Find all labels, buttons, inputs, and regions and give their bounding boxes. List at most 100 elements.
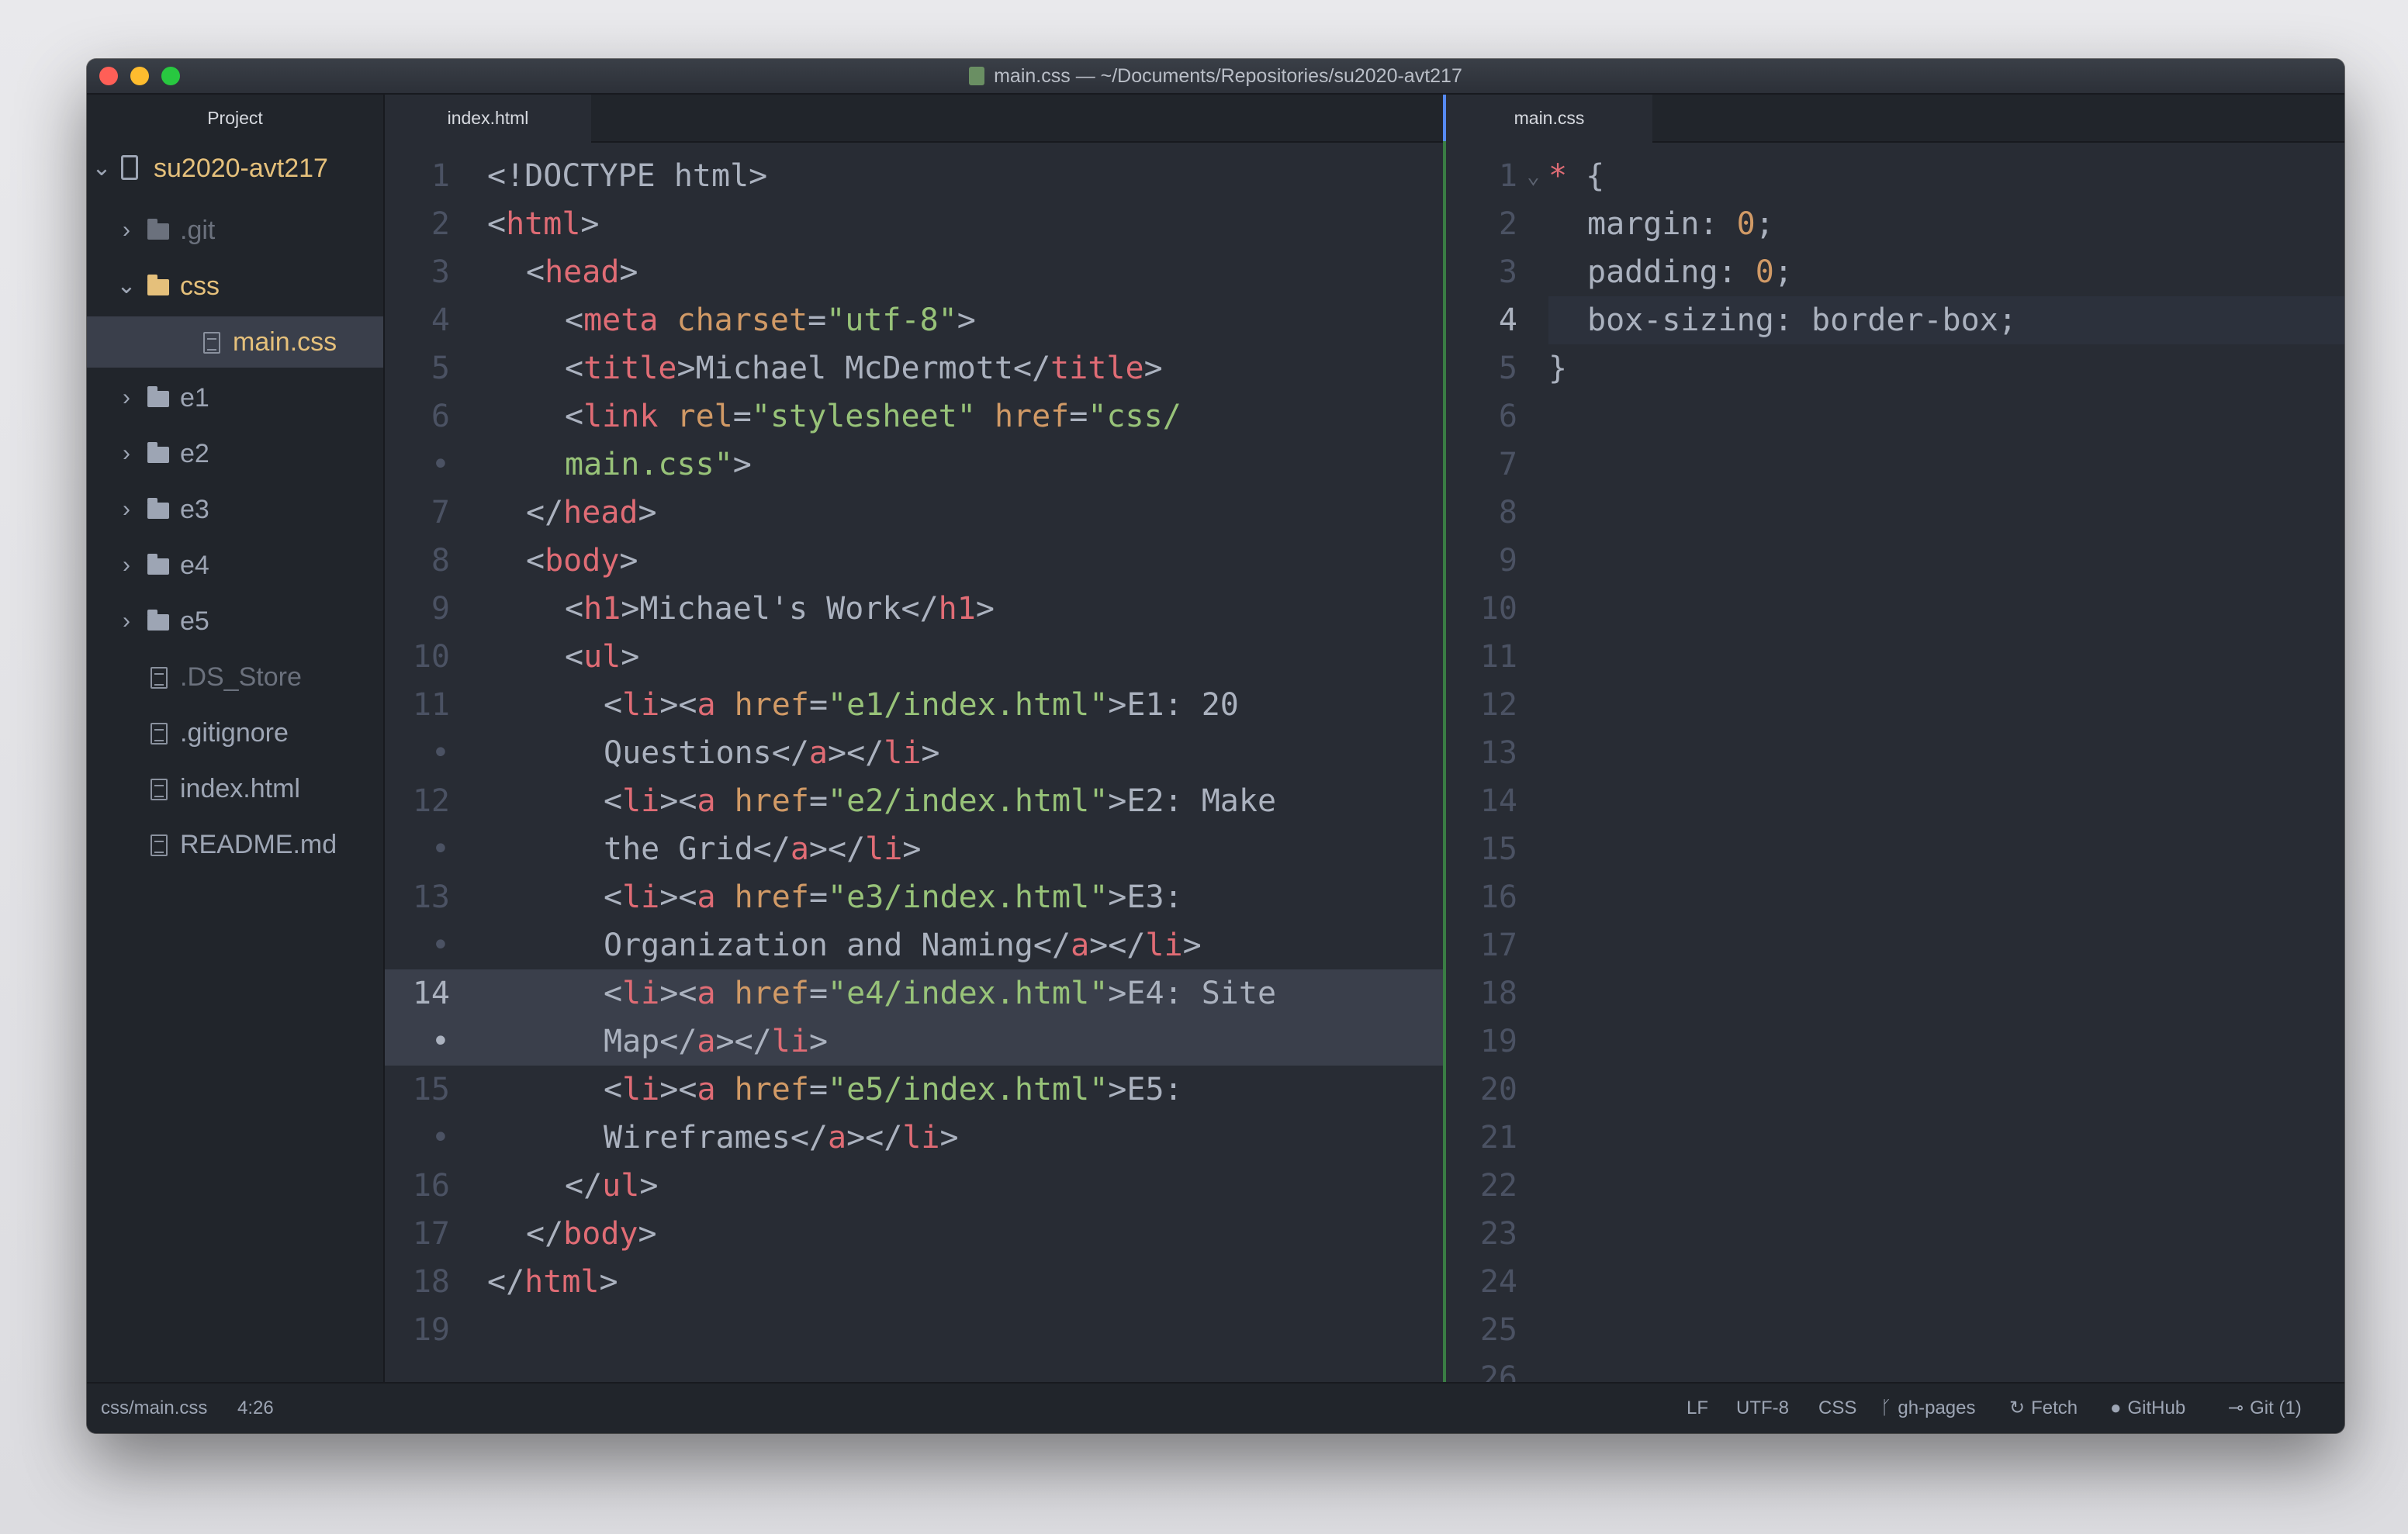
status-cursor-position[interactable]: 4:26 bbox=[237, 1384, 274, 1433]
line-number: 4 bbox=[1498, 302, 1517, 338]
left-code-area[interactable]: 1 <!DOCTYPE html> 2 <html> 3 <head> 4 <meta cha… bbox=[385, 143, 1443, 1382]
code-line[interactable]: 21 bbox=[1446, 1114, 2344, 1162]
code-line[interactable]: 23 bbox=[1446, 1210, 2344, 1258]
status-github[interactable]: ● GitHub bbox=[2110, 1384, 2185, 1433]
chevron-right-icon: › bbox=[123, 385, 130, 410]
code-line[interactable]: • Questions</a></li> bbox=[385, 729, 1443, 777]
code-line[interactable]: 17 </body> bbox=[385, 1210, 1443, 1258]
css-file-icon bbox=[969, 67, 985, 85]
status-fetch[interactable]: ↻ Fetch bbox=[2009, 1384, 2078, 1433]
code-token: a bbox=[697, 1072, 716, 1107]
tree-item-label: e2 bbox=[180, 439, 209, 468]
tree-item-e5[interactable]: › e5 bbox=[87, 596, 383, 647]
code-line[interactable]: 1 ⌄ * { bbox=[1446, 152, 2344, 200]
tree-item-css[interactable]: ⌄ css bbox=[87, 261, 383, 312]
code-line[interactable]: 11 <li><a href="e1/index.html">E1: 20 bbox=[385, 681, 1443, 729]
code-line[interactable]: 13 <li><a href="e3/index.html">E3: bbox=[385, 873, 1443, 921]
code-line[interactable]: 7 bbox=[1446, 441, 2344, 489]
status-branch[interactable]: ᚴ gh-pages bbox=[1880, 1384, 1975, 1433]
code-token: ></ bbox=[715, 1024, 772, 1059]
code-token: 0 bbox=[1736, 206, 1756, 242]
right-code-area[interactable]: 1 ⌄ * {2 margin: 0; 3 padding: 0; 4 box-sizing:… bbox=[1446, 143, 2344, 1382]
tree-item-e4[interactable]: › e4 bbox=[87, 540, 383, 591]
code-text: <!DOCTYPE html> bbox=[487, 152, 767, 200]
code-line[interactable]: 8 bbox=[1446, 489, 2344, 537]
code-line[interactable]: 9 bbox=[1446, 537, 2344, 585]
code-line[interactable]: 2 margin: 0; bbox=[1446, 200, 2344, 248]
code-line[interactable]: 16 bbox=[1446, 873, 2344, 921]
tree-item-main-css[interactable]: main.css bbox=[87, 316, 383, 368]
tree-item-gitignore[interactable]: .gitignore bbox=[87, 707, 383, 758]
left-editor-pane[interactable]: index.html 1 <!DOCTYPE html> 2 <html> 3 <head… bbox=[385, 95, 1443, 1382]
code-line[interactable]: 18 </html> bbox=[385, 1258, 1443, 1306]
code-line[interactable]: 5} bbox=[1446, 344, 2344, 392]
code-line[interactable]: • main.css"> bbox=[385, 441, 1443, 489]
tree-root-su2020-avt217[interactable]: ⌄ su2020-avt217 bbox=[87, 143, 383, 194]
code-line[interactable]: 15 bbox=[1446, 825, 2344, 873]
line-number: 19 bbox=[1479, 1024, 1517, 1059]
code-token: link bbox=[583, 399, 659, 434]
tab-main-css[interactable]: main.css bbox=[1446, 95, 1652, 143]
code-line[interactable]: 9 <h1>Michael's Work</h1> bbox=[385, 585, 1443, 633]
tree-item-e3[interactable]: › e3 bbox=[87, 484, 383, 535]
code-line[interactable]: 6 bbox=[1446, 392, 2344, 441]
code-line[interactable]: 12 <li><a href="e2/index.html">E2: Make bbox=[385, 777, 1443, 825]
code-text: </html> bbox=[487, 1258, 618, 1306]
tree-item-readme-md[interactable]: README.md bbox=[87, 819, 383, 870]
code-line[interactable]: 18 bbox=[1446, 969, 2344, 1017]
code-line[interactable]: 4 box-sizing: border-box; bbox=[1499, 296, 2344, 344]
line-number: 25 bbox=[1479, 1312, 1517, 1348]
code-text: <meta charset="utf-8"> bbox=[565, 296, 976, 344]
code-line[interactable]: 16 </ul> bbox=[385, 1162, 1443, 1210]
code-line[interactable]: 14 <li><a href="e4/index.html">E4: Site bbox=[385, 969, 1443, 1017]
code-line[interactable]: 4 <meta charset="utf-8"> bbox=[385, 296, 1443, 344]
code-line[interactable]: 20 bbox=[1446, 1066, 2344, 1114]
code-line[interactable]: • the Grid</a></li> bbox=[385, 825, 1443, 873]
code-line[interactable]: 6 <link rel="stylesheet" href="css/ bbox=[385, 392, 1443, 441]
code-line[interactable]: 10 bbox=[1446, 585, 2344, 633]
status-file-path[interactable]: css/main.css bbox=[101, 1384, 207, 1433]
tree-item-git[interactable]: › .git bbox=[87, 205, 383, 256]
code-line[interactable]: 12 bbox=[1446, 681, 2344, 729]
code-token: main.css" bbox=[565, 447, 733, 482]
tree-item-ds-store[interactable]: .DS_Store bbox=[87, 651, 383, 703]
code-line[interactable]: 7 </head> bbox=[385, 489, 1443, 537]
code-line[interactable]: 5 <title>Michael McDermott</title> bbox=[385, 344, 1443, 392]
code-line[interactable]: 10 <ul> bbox=[385, 633, 1443, 681]
code-line[interactable]: 13 bbox=[1446, 729, 2344, 777]
code-token: = bbox=[808, 783, 829, 819]
code-line[interactable]: 15 <li><a href="e5/index.html">E5: bbox=[385, 1066, 1443, 1114]
code-line[interactable]: • Organization and Naming</a></li> bbox=[385, 921, 1443, 969]
project-panel-header[interactable]: Project bbox=[87, 95, 383, 141]
code-line[interactable]: 22 bbox=[1446, 1162, 2344, 1210]
tree-item-index-html[interactable]: index.html bbox=[87, 763, 383, 814]
tab-index-html[interactable]: index.html bbox=[385, 95, 591, 143]
code-line[interactable]: 24 bbox=[1446, 1258, 2344, 1306]
code-line[interactable]: 11 bbox=[1446, 633, 2344, 681]
code-line[interactable]: • Map</a></li> bbox=[385, 1017, 1443, 1066]
right-editor-pane[interactable]: main.css 1 ⌄ * {2 margin: 0; 3 padding: 0; 4 bo… bbox=[1446, 95, 2344, 1382]
status-grammar[interactable]: CSS bbox=[1818, 1384, 1856, 1433]
code-line[interactable]: 19 bbox=[1446, 1017, 2344, 1066]
code-line[interactable]: 17 bbox=[1446, 921, 2344, 969]
fold-chevron-icon[interactable]: ⌄ bbox=[1527, 152, 1540, 200]
tree-item-e2[interactable]: › e2 bbox=[87, 428, 383, 479]
line-number: 21 bbox=[1479, 1120, 1517, 1156]
code-text: <head> bbox=[526, 248, 638, 296]
code-line[interactable]: 14 bbox=[1446, 777, 2344, 825]
code-line[interactable]: 19 bbox=[385, 1306, 1443, 1354]
status-encoding[interactable]: UTF-8 bbox=[1736, 1384, 1789, 1433]
status-line-ending[interactable]: LF bbox=[1687, 1384, 1708, 1433]
tree-item-label: main.css bbox=[233, 327, 337, 357]
code-text: </body> bbox=[526, 1210, 657, 1258]
code-line[interactable]: 3 <head> bbox=[385, 248, 1443, 296]
status-git[interactable]: ⊸ Git (1) bbox=[2228, 1384, 2302, 1433]
code-line[interactable]: 8 <body> bbox=[385, 537, 1443, 585]
code-line[interactable]: 25 bbox=[1446, 1306, 2344, 1354]
tree-item-e1[interactable]: › e1 bbox=[87, 372, 383, 423]
code-line[interactable]: 26 bbox=[1446, 1354, 2344, 1382]
code-line[interactable]: 2 <html> bbox=[385, 200, 1443, 248]
code-line[interactable]: 1 <!DOCTYPE html> bbox=[385, 152, 1443, 200]
code-line[interactable]: • Wireframes</a></li> bbox=[385, 1114, 1443, 1162]
code-line[interactable]: 3 padding: 0; bbox=[1446, 248, 2344, 296]
